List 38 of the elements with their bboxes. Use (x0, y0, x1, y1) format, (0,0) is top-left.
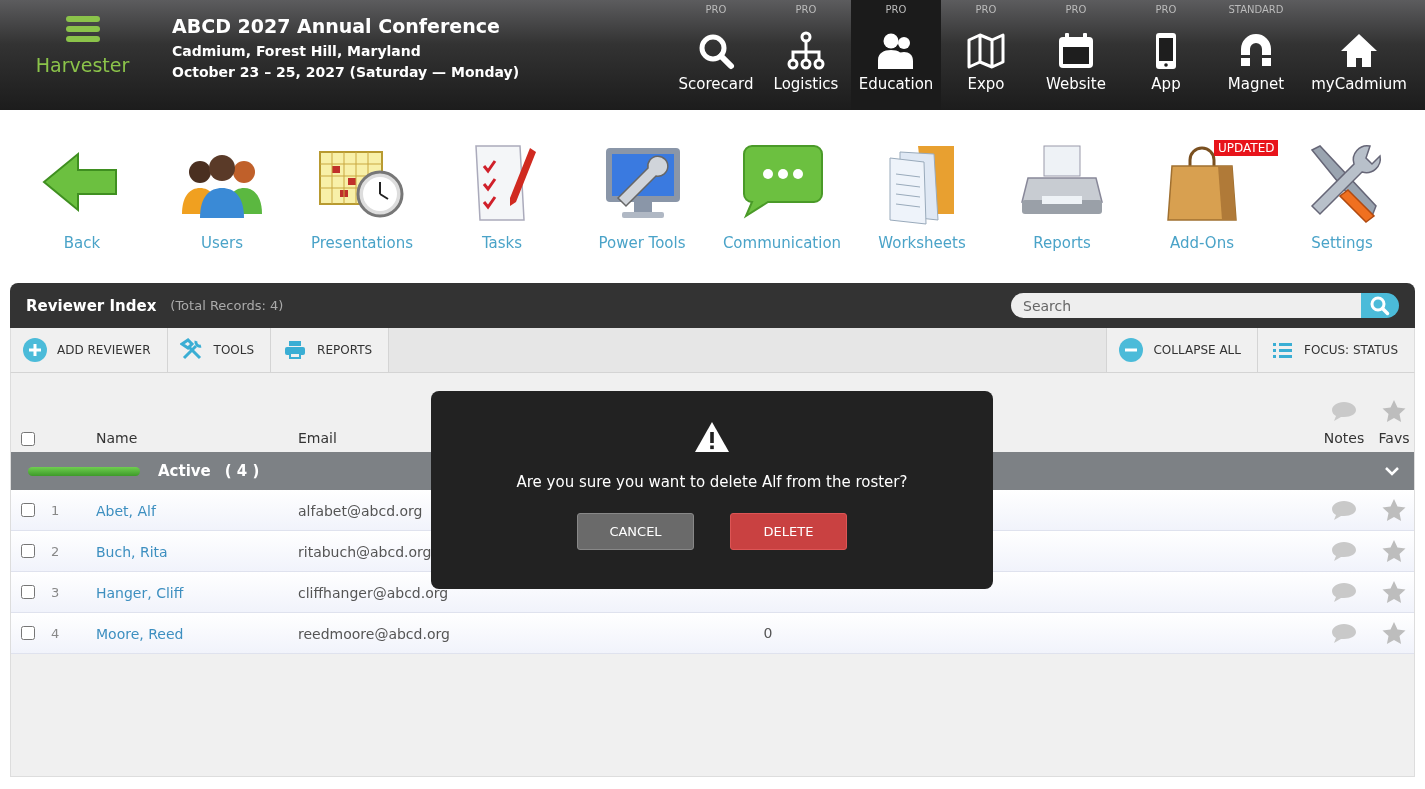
email-text: cliffhanger@abcd.org (298, 584, 449, 601)
event-dates: October 23 – 25, 2027 (Saturday — Monday) (172, 64, 520, 80)
record-count: (Total Records: 4) (170, 298, 284, 313)
event-title: ABCD 2027 Annual Conference (172, 15, 501, 37)
tier-label: PRO (1155, 4, 1177, 17)
nav-label: App (1151, 75, 1181, 93)
column-header: Name (96, 430, 139, 446)
dialog-message: Are you sure you want to delete Alf from the roster? (516, 473, 908, 491)
panel-title: Reviewer Index (26, 296, 157, 315)
nav-label: myCadmium (1311, 75, 1407, 93)
nav-label: Expo (967, 75, 1005, 93)
tier-label: STANDARD (1228, 4, 1284, 17)
tier-label: PRO (1065, 4, 1087, 17)
row-number: 3 (51, 584, 61, 600)
group-label: Active (158, 462, 211, 480)
tier-label: PRO (975, 4, 997, 17)
updated-badge: UPDATED (1214, 140, 1279, 156)
nav-label: Magnet (1227, 75, 1285, 93)
column-header: Favs (1378, 430, 1410, 446)
brand-name: Harvester (35, 54, 130, 76)
nav-label: Logistics (773, 75, 839, 93)
row-number: 1 (51, 502, 61, 518)
column-header: Email (298, 430, 338, 446)
row-number: 4 (51, 625, 61, 641)
column-header: Notes (1323, 430, 1365, 446)
group-count: ( 4 ) (224, 462, 260, 480)
table-cell-text: 0 (762, 625, 774, 641)
nav-label: Scorecard (678, 75, 754, 93)
tier-label: PRO (705, 4, 727, 17)
nav-label: Education (858, 75, 934, 93)
tier-label: PRO (885, 4, 907, 17)
event-location: Cadmium, Forest Hill, Maryland (172, 43, 422, 59)
row-number: 2 (51, 543, 61, 559)
tier-label: PRO (795, 4, 817, 17)
email-text: ritabuch@abcd.org (298, 543, 432, 560)
nav-label: Website (1046, 75, 1106, 93)
email-text: reedmoore@abcd.org (298, 625, 450, 642)
email-text: alfabet@abcd.org (298, 502, 423, 519)
